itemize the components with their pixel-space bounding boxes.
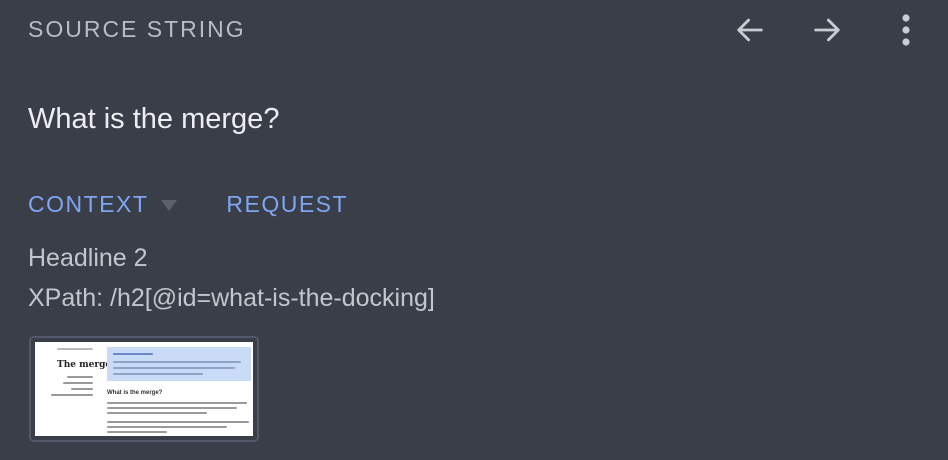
thumb-highlight-banner xyxy=(107,347,251,381)
tab-context[interactable]: CONTEXT xyxy=(28,191,148,218)
context-dropdown-toggle[interactable] xyxy=(160,198,178,212)
thumb-nav-line xyxy=(51,394,93,396)
thumb-nav-line xyxy=(57,348,93,350)
thumb-banner-line xyxy=(113,373,203,375)
arrow-right-icon xyxy=(814,18,840,42)
thumb-banner-heading xyxy=(113,353,153,355)
arrow-left-icon xyxy=(737,18,763,42)
thumb-nav-line xyxy=(67,376,93,378)
thumb-banner-line xyxy=(113,367,235,369)
more-options-button[interactable] xyxy=(884,8,928,52)
next-button[interactable] xyxy=(805,8,849,52)
thumb-text-line xyxy=(107,412,207,414)
thumb-page-title: The merge xyxy=(57,360,112,370)
thumb-text-line xyxy=(107,426,227,428)
thumb-text-line xyxy=(107,421,249,423)
thumb-text-line xyxy=(107,407,237,409)
thumb-text-line xyxy=(107,431,167,433)
source-string-text: What is the merge? xyxy=(28,103,280,135)
more-vert-icon xyxy=(902,14,910,46)
context-tabs: CONTEXT REQUEST xyxy=(28,191,348,218)
thumb-banner-line xyxy=(113,361,241,363)
section-title: SOURCE STRING xyxy=(28,16,246,42)
context-screenshot-thumbnail[interactable]: The merge What is the merge? xyxy=(29,336,259,442)
thumb-text-line xyxy=(107,402,247,404)
context-element-type: Headline 2 xyxy=(28,244,148,272)
thumb-nav-line xyxy=(63,382,93,384)
screenshot-preview: The merge What is the merge? xyxy=(35,342,253,436)
caret-down-icon xyxy=(161,199,178,211)
thumb-nav-line xyxy=(71,388,93,390)
thumb-section-heading: What is the merge? xyxy=(107,390,163,396)
context-xpath: XPath: /h2[@id=what-is-the-docking] xyxy=(28,284,435,312)
source-string-panel: SOURCE STRING What is the merge? CONTEXT… xyxy=(0,0,948,460)
previous-button[interactable] xyxy=(728,8,772,52)
tab-request[interactable]: REQUEST xyxy=(226,191,348,218)
